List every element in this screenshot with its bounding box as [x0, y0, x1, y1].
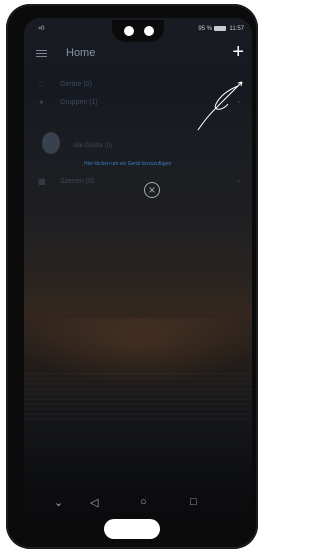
battery-icon: [213, 26, 226, 31]
phone-frame: ⁴ᴳ 95 % 11:57 Home + ♡ Geräte (0) ⌄ ✦ Gr…: [6, 4, 258, 549]
back-icon[interactable]: ◁: [90, 496, 98, 509]
notch: [112, 20, 164, 42]
app-bar: Home +: [24, 42, 252, 66]
bulb-icon: [42, 132, 60, 154]
recents-icon[interactable]: □: [190, 496, 197, 508]
scenes-label: Szenen (0): [60, 178, 95, 185]
system-nav-bar: ⌄ ◁ ○ □: [24, 496, 252, 520]
status-time: 11:57: [229, 26, 244, 33]
screen: ⁴ᴳ 95 % 11:57 Home + ♡ Geräte (0) ⌄ ✦ Gr…: [24, 18, 252, 526]
devices-label: Geräte (0): [60, 81, 92, 88]
bulb-icon: ♡: [38, 80, 46, 89]
list-item-scenes[interactable]: ▦ Szenen (0) ⌄: [24, 175, 252, 191]
group-icon: ✦: [38, 98, 45, 107]
page-title: Home: [66, 47, 96, 59]
battery-percent: 95 %: [198, 26, 213, 33]
status-right: 95 % 11:57: [198, 26, 244, 32]
chevron-down-icon[interactable]: ⌄: [54, 496, 63, 509]
water-reflection: [24, 373, 252, 423]
chevron-down-icon[interactable]: ⌄: [235, 175, 242, 184]
scenes-icon: ▦: [38, 177, 46, 186]
front-camera-icon: [124, 26, 134, 36]
status-signal: ⁴ᴳ: [38, 26, 44, 33]
signal-icon: ⁴ᴳ: [38, 26, 45, 33]
plus-icon[interactable]: +: [232, 42, 244, 62]
menu-icon[interactable]: [36, 50, 47, 58]
home-pill: [104, 519, 160, 539]
groups-label: Gruppen (1): [60, 99, 98, 106]
all-devices-label[interactable]: Alle Geräte (0): [73, 143, 112, 149]
add-device-hint[interactable]: Hier klicken um ein Gerät hinzuzufügen: [84, 161, 171, 167]
close-circle-icon[interactable]: ×: [144, 182, 160, 198]
tutorial-arrow-icon: [197, 81, 243, 131]
home-icon[interactable]: ○: [140, 496, 147, 508]
front-sensor-icon: [144, 26, 154, 36]
